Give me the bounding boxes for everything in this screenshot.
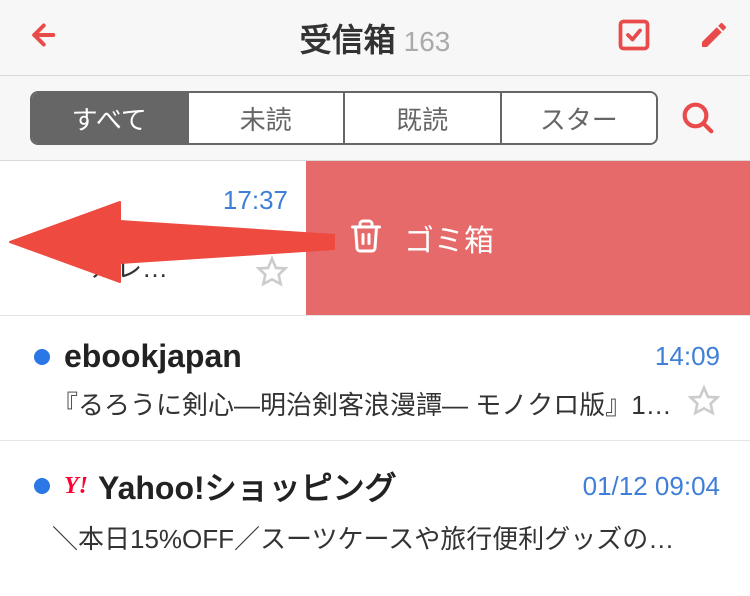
yahoo-brand-icon: Y! [64, 473, 88, 500]
email-row-swiped-content: 17:37 カレ… [0, 161, 306, 315]
header-bar: 受信箱 163 [0, 0, 750, 76]
email-subject-fragment: カレ… [90, 248, 168, 285]
filter-read[interactable]: 既読 [345, 93, 502, 143]
filter-unread[interactable]: 未読 [189, 93, 346, 143]
email-subject: 『るろうに剣心―明治剣客浪漫譚― モノクロ版』1… [34, 385, 678, 422]
email-time: 14:09 [655, 341, 720, 372]
header-title-wrap: 受信箱 163 [300, 15, 451, 61]
email-time: 17:37 [223, 185, 288, 216]
filter-bar: すべて 未読 既読 スター [0, 76, 750, 161]
email-time: 01/12 09:04 [583, 471, 720, 502]
filter-segmented-control: すべて 未読 既読 スター [30, 91, 658, 145]
email-subject: ＼本日15%OFF／スーツケースや旅行便利グッズの… [34, 519, 720, 556]
filter-starred[interactable]: スター [502, 93, 657, 143]
unread-dot-icon [34, 478, 50, 494]
swipe-delete-action[interactable]: ゴミ箱 [306, 161, 750, 315]
back-icon[interactable] [20, 16, 58, 59]
compose-icon[interactable] [698, 19, 730, 56]
email-sender: Yahoo!ショッピング [98, 463, 397, 509]
email-list: 17:37 カレ… ゴミ箱 ebookjapan 14:09 『るろうに剣心―明… [0, 161, 750, 574]
header-actions [616, 17, 730, 58]
filter-all[interactable]: すべて [32, 93, 189, 143]
swipe-delete-label: ゴミ箱 [404, 216, 494, 260]
email-row-swiped[interactable]: 17:37 カレ… ゴミ箱 [0, 161, 750, 316]
unread-dot-icon [34, 349, 50, 365]
page-title: 受信箱 [300, 15, 396, 61]
email-row[interactable]: Y! Yahoo!ショッピング 01/12 09:04 ＼本日15%OFF／スー… [0, 441, 750, 574]
search-icon[interactable] [676, 98, 720, 138]
select-mode-icon[interactable] [616, 17, 652, 58]
email-sender: ebookjapan [64, 338, 242, 375]
star-icon[interactable] [688, 385, 720, 422]
trash-icon [348, 218, 384, 259]
star-icon[interactable] [256, 256, 288, 293]
email-row[interactable]: ebookjapan 14:09 『るろうに剣心―明治剣客浪漫譚― モノクロ版』… [0, 316, 750, 441]
inbox-count: 163 [404, 26, 451, 58]
